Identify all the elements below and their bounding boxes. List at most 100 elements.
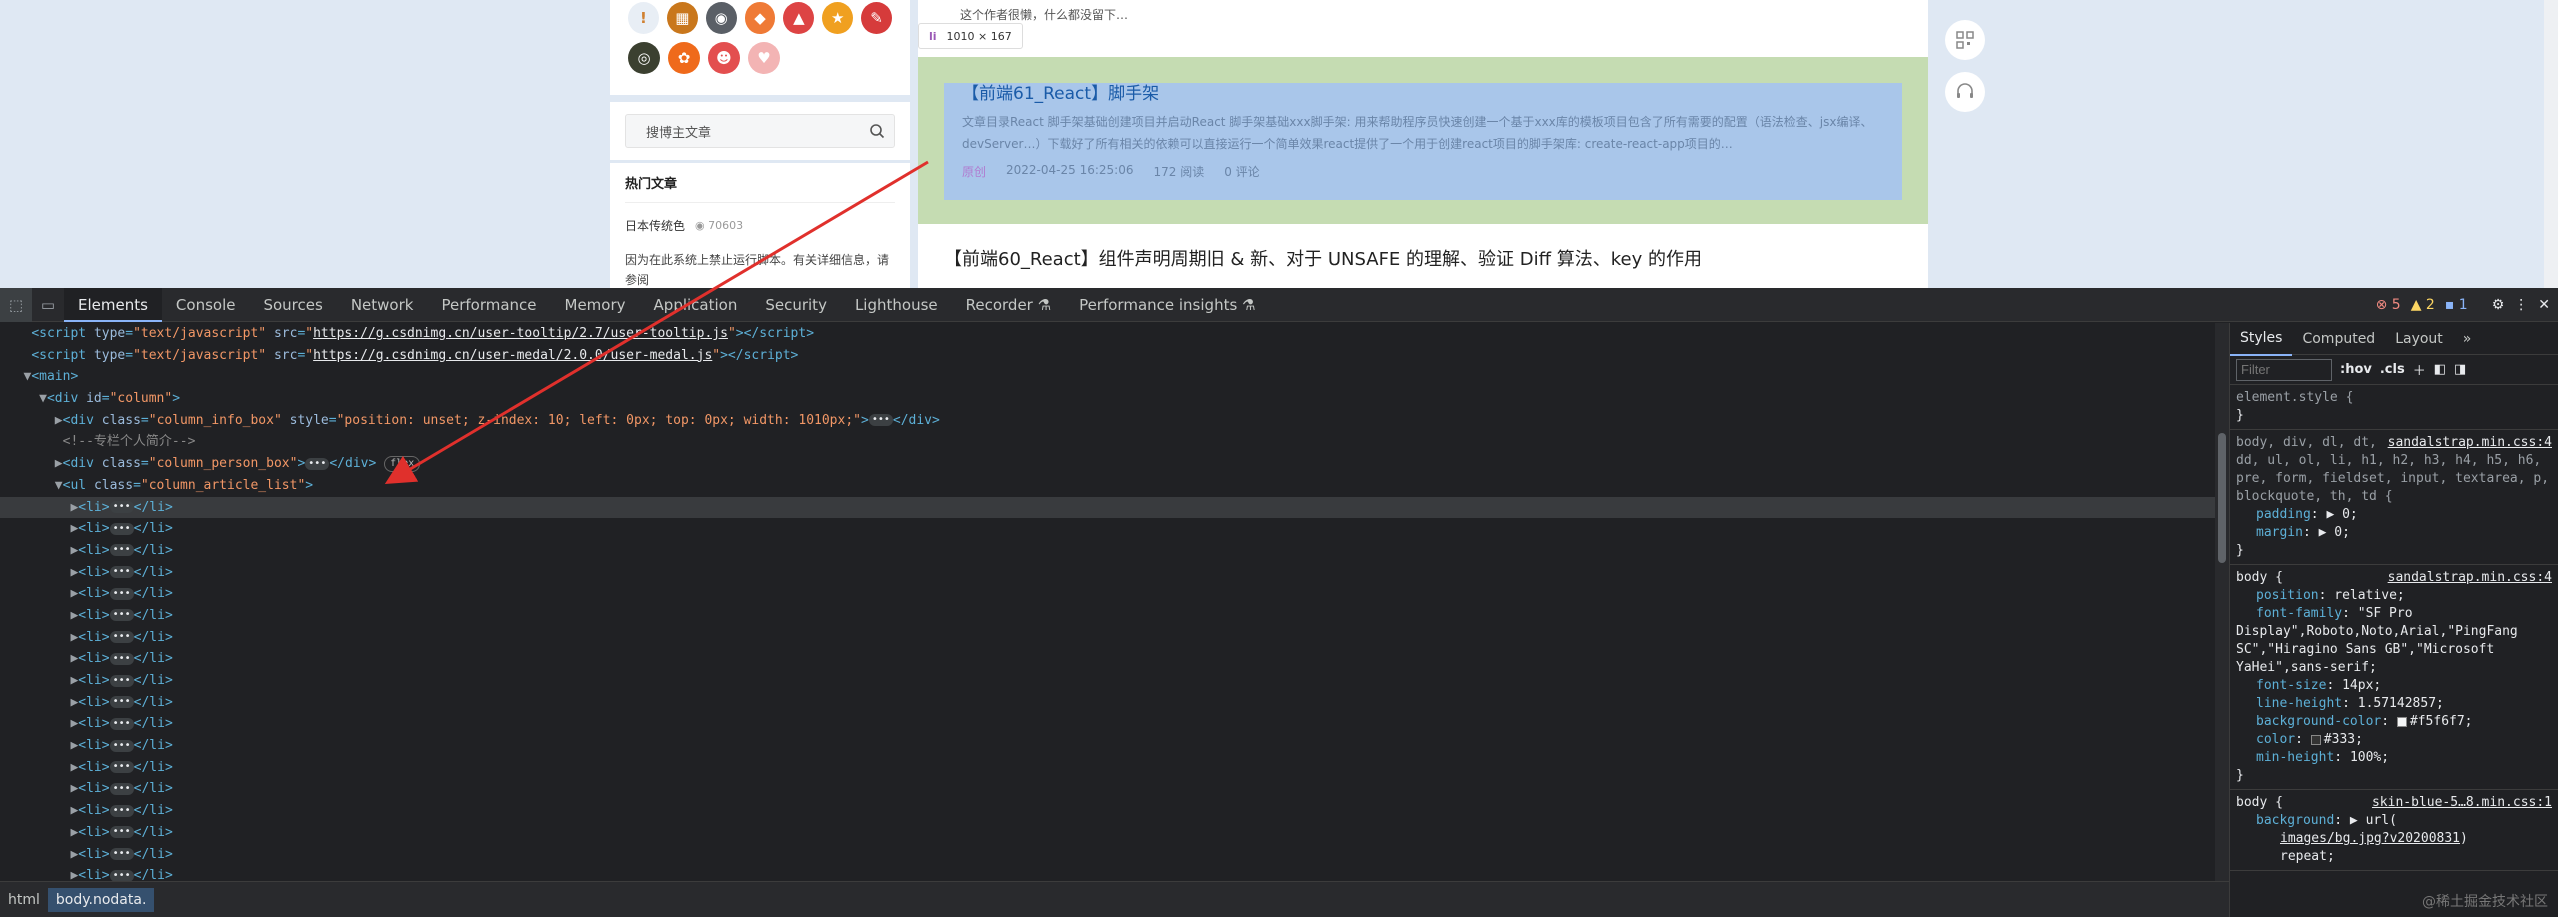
dom-breadcrumb: html body.nodata. [0,881,2229,917]
dom-line-li[interactable]: ▶<li> ••• </li> [0,562,2215,584]
article-title[interactable]: 【前端61_React】脚手架 [962,83,1884,105]
devtools-tab[interactable]: Performance [427,288,550,322]
flex-badge[interactable]: flex [384,455,421,472]
blog-search-input[interactable]: 搜博主文章 [625,114,895,148]
inspect-element-icon[interactable]: ⬚ [0,287,32,322]
rule-source-link[interactable]: sandalstrap.min.css:4 [2388,569,2552,587]
page-scrollbar[interactable] [2544,0,2558,288]
article-item-highlighted[interactable]: 【前端61_React】脚手架 文章目录React 脚手架基础创建项目并启动Re… [944,83,1902,200]
warnings-count[interactable]: ▲ 2 [2411,297,2435,313]
search-icon[interactable] [860,115,894,147]
element-style-rule[interactable]: element.style {} [2230,385,2558,430]
devtools-tab[interactable]: Network [337,288,428,322]
styles-tab[interactable]: » [2453,323,2482,355]
dom-line-li[interactable]: ▶<li> ••• </li> [0,844,2215,866]
badge-icon[interactable]: ✎ [861,2,893,34]
badge-icon[interactable]: ☻ [708,42,740,74]
errors-count[interactable]: ⊗ 5 [2376,297,2401,313]
paint-icon[interactable]: ◧ [2434,362,2446,377]
badge-icon[interactable]: ✿ [668,42,700,74]
dom-line-li[interactable]: ▶<li> ••• </li> [0,627,2215,649]
hov-toggle[interactable]: :hov [2340,362,2372,377]
devtools-tab[interactable]: Application [640,288,752,322]
dom-line-li[interactable]: ▶<li> ••• </li> [0,713,2215,735]
styles-filter-input[interactable] [2236,358,2332,381]
elements-scrollbar[interactable] [2215,323,2229,881]
dom-line-li[interactable]: ▶<li> ••• </li> [0,822,2215,844]
styles-tab[interactable]: Layout [2385,323,2453,355]
badge-icon[interactable]: ◆ [744,2,776,34]
dom-line-info-box[interactable]: ▶<div class="column_info_box" style="pos… [0,410,2215,432]
body-rule[interactable]: sandalstrap.min.css:4 body { position: r… [2230,565,2558,790]
styles-tab[interactable]: Styles [2230,323,2293,356]
add-rule-icon[interactable]: ＋ [2413,360,2426,379]
devtools-tab[interactable]: Elements [64,287,162,322]
dom-line-script[interactable]: <script type="text/javascript" src="http… [0,323,2215,345]
dom-line-person-box[interactable]: ▶<div class="column_person_box"> ••• </div… [0,453,2215,475]
cls-toggle[interactable]: .cls [2380,362,2405,377]
dom-line-li[interactable]: ▶<li> ••• </li> [0,692,2215,714]
rule-source-link[interactable]: sandalstrap.min.css:4 [2388,434,2552,452]
devtools-tab[interactable]: Memory [551,288,640,322]
badge-icon[interactable]: ▦ [666,2,698,34]
settings-gear-icon[interactable]: ⚙ [2492,297,2505,313]
article-meta: 原创 2022-04-25 16:25:06 172 阅读 0 评论 [962,163,1884,180]
dom-line-li[interactable]: ▶<li> ••• </li> [0,735,2215,757]
badge-icon[interactable]: ♥ [748,42,780,74]
devtools-tab[interactable]: Lighthouse [841,288,952,322]
dom-line-column[interactable]: ▼<div id="column"> [0,388,2215,410]
skin-rule[interactable]: skin-blue-5…8.min.css:1 body { backgroun… [2230,790,2558,871]
dom-line-li[interactable]: ▶<li> ••• </li> [0,518,2215,540]
hot-articles-title: 热门文章 [625,163,895,203]
dom-line-main[interactable]: ▼<main> [0,366,2215,388]
devtools-tab[interactable]: Sources [249,288,336,322]
dom-line-li[interactable]: ▶<li> ••• </li> [0,648,2215,670]
hot-article-item-2[interactable]: 因为在此系统上禁止运行脚本。有关详细信息，请参阅 [625,250,895,288]
hot-articles-panel: 热门文章 日本传统色 ◉ 70603 因为在此系统上禁止运行脚本。有关详细信息，… [610,163,910,288]
dom-line-article-list[interactable]: ▼<ul class="column_article_list"> [0,475,2215,497]
qrcode-icon[interactable] [1945,20,1985,60]
close-icon[interactable]: ✕ [2538,297,2550,313]
issues-count[interactable]: ▪ 1 [2445,297,2468,313]
devtools-tab[interactable]: Console [162,288,250,322]
watermark: @稀土掘金技术社区 [2422,894,2548,910]
dom-line-li[interactable]: ▶<li> ••• </li> [0,540,2215,562]
device-toolbar-icon[interactable]: ▭ [32,288,64,322]
rule-source-link[interactable]: skin-blue-5…8.min.css:1 [2372,794,2552,812]
article-date: 2022-04-25 16:25:06 [1006,163,1134,177]
article-title-next[interactable]: 【前端60_React】组件声明周期旧 & 新、对于 UNSAFE 的理解、验证… [944,245,1702,271]
badge-icon[interactable]: ▲ [783,2,815,34]
styles-pane: StylesComputedLayout» :hov .cls ＋ ◧ ◨ el… [2229,323,2558,917]
sidebar-toggle-icon[interactable]: ◨ [2454,362,2466,377]
styles-tab[interactable]: Computed [2292,323,2385,355]
dom-line-script[interactable]: <script type="text/javascript" src="http… [0,345,2215,367]
breadcrumb-html[interactable]: html [0,888,48,912]
dom-line-comment[interactable]: <!--专栏个人简介--> [0,431,2215,453]
dom-line-li[interactable]: ▶<li> ••• </li> [0,800,2215,822]
github-badge-icon[interactable]: ◉ [705,2,737,34]
devtools-tab[interactable]: Recorder ⚗ [952,288,1065,322]
badge-icon[interactable]: ★ [822,2,854,34]
dom-line-li[interactable]: ▶<li> ••• </li> [0,583,2215,605]
dom-line-li[interactable]: ▶<li> ••• </li> [0,496,2215,519]
elements-dom-tree[interactable]: <script type="text/javascript" src="http… [0,323,2215,881]
badge-icon[interactable]: ! [628,2,659,34]
styles-tabs: Styles Computed Layout» [2230,323,2558,356]
dom-line-li[interactable]: ▶<li> ••• </li> [0,778,2215,800]
devtools-tab[interactable]: Performance insights ⚗ [1065,288,1269,322]
hot-article-title[interactable]: 日本传统色 [625,217,685,234]
more-options-icon[interactable]: ⋮ [2514,297,2528,313]
dom-line-li[interactable]: ▶<li> ••• </li> [0,757,2215,779]
headset-icon[interactable] [1945,72,1985,112]
tooltip-marker-icon: li [929,29,937,43]
dom-line-li[interactable]: ▶<li> ••• </li> [0,605,2215,627]
reset-rule[interactable]: sandalstrap.min.css:4 body, div, dl, dt,… [2230,430,2558,565]
breadcrumb-body[interactable]: body.nodata. [47,887,155,912]
dom-line-li[interactable]: ▶<li> ••• </li> [0,670,2215,692]
hot-article-item[interactable]: 日本传统色 ◉ 70603 [625,217,895,234]
search-placeholder: 搜博主文章 [646,125,712,141]
devtools-toolbar: ⬚ ▭ Elements Console Sources Network Perform… [0,287,2558,322]
dom-line-li[interactable]: ▶<li> ••• </li> [0,865,2215,881]
devtools-tab[interactable]: Security [751,288,841,322]
badge-icon[interactable]: ◎ [628,42,660,74]
